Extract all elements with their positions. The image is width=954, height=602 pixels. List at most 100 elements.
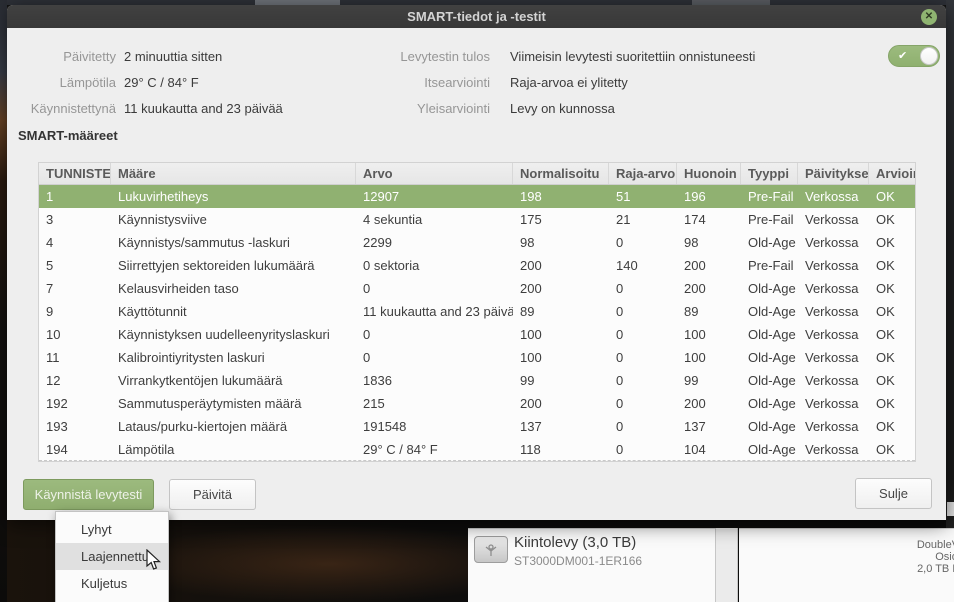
- dialog-titlebar[interactable]: SMART-tiedot ja -testit ✕: [7, 5, 946, 28]
- table-cell: 7: [46, 281, 54, 296]
- smart-attributes-table: TUNNISTE Määre Arvo Normalisoitu Raja-arvo Hu…: [38, 162, 916, 462]
- table-cell: 215: [363, 396, 385, 411]
- table-cell: Old-Age: [748, 373, 796, 388]
- table-cell: 100: [684, 350, 706, 365]
- table-row[interactable]: 193 Lataus/purku-kiertojen määrä 191548 137…: [39, 415, 915, 438]
- table-cell: 3: [46, 212, 54, 227]
- table-cell: 11 kuukautta and 23 päivää: [363, 304, 513, 319]
- table-cell: 196: [684, 189, 706, 204]
- column-header[interactable]: Tyyppi: [741, 163, 798, 184]
- table-cell: 1836: [363, 373, 392, 388]
- column-header[interactable]: Päivitykset: [798, 163, 869, 184]
- table-cell: 175: [520, 212, 542, 227]
- table-cell: 5: [46, 258, 54, 273]
- table-cell: OK: [876, 396, 895, 411]
- table-row[interactable]: 10 Käynnistyksen uudelleenyrityslaskuri 0 1…: [39, 323, 915, 346]
- table-cell: OK: [876, 304, 895, 319]
- attributes-section-title: SMART-määreet: [18, 128, 118, 143]
- table-cell: Virrankytkentöjen lukumäärä: [118, 373, 283, 388]
- table-cell: Old-Age: [748, 442, 796, 457]
- menu-item[interactable]: Lyhyt: [56, 516, 168, 543]
- table-cell: 2299: [363, 235, 392, 250]
- table-cell: Old-Age: [748, 419, 796, 434]
- table-cell: OK: [876, 373, 895, 388]
- table-row[interactable]: 7 Kelausvirheiden taso 0 200 0 200 Old-Age Verk…: [39, 277, 915, 300]
- background-window-fragment: [947, 502, 954, 516]
- table-cell: 200: [684, 281, 706, 296]
- table-cell: Old-Age: [748, 304, 796, 319]
- table-row[interactable]: 1 Lukuvirhetiheys 12907 198 51 196 Pre-Fail Ver…: [39, 185, 915, 208]
- column-header[interactable]: Arviointi: [869, 163, 915, 184]
- table-cell: Käyttötunnit: [118, 304, 187, 319]
- table-cell: 10: [46, 327, 61, 342]
- table-cell: 137: [684, 419, 706, 434]
- table-cell: Verkossa: [805, 235, 859, 250]
- table-cell: 191548: [363, 419, 407, 434]
- table-cell: 193: [46, 419, 68, 434]
- toggle-knob[interactable]: [920, 47, 938, 65]
- table-cell: 200: [520, 258, 542, 273]
- table-cell: Verkossa: [805, 350, 859, 365]
- table-cell: Lataus/purku-kiertojen määrä: [118, 419, 288, 434]
- table-cell: OK: [876, 235, 895, 250]
- column-header[interactable]: Raja-arvo: [609, 163, 677, 184]
- table-cell: 0: [363, 350, 371, 365]
- table-row[interactable]: 12 Virrankytkentöjen lukumäärä 1836 99 0 99 Ol…: [39, 369, 915, 392]
- table-cell: 100: [520, 350, 542, 365]
- close-icon[interactable]: ✕: [921, 9, 937, 25]
- self-assessment-label: Itsearviointi: [424, 75, 490, 90]
- table-cell: OK: [876, 419, 895, 434]
- table-cell: 99: [684, 373, 699, 388]
- selftest-result-label: Levytestin tulos: [400, 49, 490, 64]
- powered-on-value: 11 kuukautta and 23 päivää: [124, 101, 283, 116]
- table-cell: Verkossa: [805, 419, 859, 434]
- table-cell: 200: [684, 258, 706, 273]
- table-row[interactable]: 5 Siirrettyjen sektoreiden lukumäärä 0 sek…: [39, 254, 915, 277]
- table-cell: 51: [616, 189, 631, 204]
- table-cell: OK: [876, 189, 895, 204]
- dialog-title: SMART-tiedot ja -testit: [407, 9, 546, 24]
- smart-dialog: SMART-tiedot ja -testit ✕ Päivitetty 2 m…: [7, 5, 946, 520]
- self-assessment-value: Raja-arvoa ei ylitetty: [510, 75, 628, 90]
- temperature-value: 29° C / 84° F: [124, 75, 199, 90]
- smart-table-body: 1 Lukuvirhetiheys 12907 198 51 196 Pre-Fail Ver…: [39, 185, 915, 461]
- table-cell: Lämpötila: [118, 442, 175, 457]
- table-cell: 174: [684, 212, 706, 227]
- refresh-button[interactable]: Päivitä: [169, 479, 256, 510]
- table-cell: 29° C / 84° F: [363, 442, 438, 457]
- updated-label: Päivitetty: [63, 49, 116, 64]
- column-header[interactable]: TUNNISTE: [39, 163, 111, 184]
- table-cell: 0: [616, 304, 624, 319]
- table-row[interactable]: 9 Käyttötunnit 11 kuukautta and 23 päivää 8…: [39, 300, 915, 323]
- table-row[interactable]: 192 Sammutusperäytymisten määrä 215 200 0 200…: [39, 392, 915, 415]
- table-cell: 194: [46, 442, 68, 457]
- start-selftest-button[interactable]: Käynnistä levytesti: [23, 479, 154, 510]
- table-cell: Old-Age: [748, 350, 796, 365]
- column-header[interactable]: Määre: [111, 163, 356, 184]
- table-row[interactable]: 11 Kalibrointiyritysten laskuri 0 100 0 100 Ol…: [39, 346, 915, 369]
- table-cell: Käynnistysviive: [118, 212, 207, 227]
- table-cell: OK: [876, 212, 895, 227]
- table-cell: 4 sekuntia: [363, 212, 423, 227]
- table-cell: Verkossa: [805, 442, 859, 457]
- table-cell: 100: [520, 327, 542, 342]
- table-row[interactable]: 3 Käynnistysviive 4 sekuntia 175 21 174 Pre-Fa…: [39, 208, 915, 231]
- table-row[interactable]: 4 Käynnistys/sammutus -laskuri 2299 98 0 98 Ol…: [39, 231, 915, 254]
- column-header[interactable]: Normalisoitu: [513, 163, 609, 184]
- close-button[interactable]: Sulje: [855, 478, 932, 509]
- table-header-row: TUNNISTE Määre Arvo Normalisoitu Raja-arvo Hu…: [39, 163, 915, 185]
- disk-title: Kiintolevy (3,0 TB): [514, 534, 637, 551]
- table-row[interactable]: 194 Lämpötila 29° C / 84° F 118 0 104 Old-Age V…: [39, 438, 915, 461]
- column-header[interactable]: Arvo: [356, 163, 513, 184]
- table-cell: 200: [684, 396, 706, 411]
- smart-enabled-toggle[interactable]: ✔: [888, 45, 940, 67]
- table-cell: 200: [520, 281, 542, 296]
- disk-list-item[interactable]: Kiintolevy (3,0 TB) ST3000DM001-1ER166: [468, 528, 715, 602]
- table-cell: Pre-Fail: [748, 258, 794, 273]
- overall-assessment-value: Levy on kunnossa: [510, 101, 615, 116]
- table-cell: 0: [363, 281, 371, 296]
- table-cell: Verkossa: [805, 258, 859, 273]
- column-header[interactable]: Huonoin: [677, 163, 741, 184]
- table-cell: Old-Age: [748, 327, 796, 342]
- table-cell: 0: [616, 235, 624, 250]
